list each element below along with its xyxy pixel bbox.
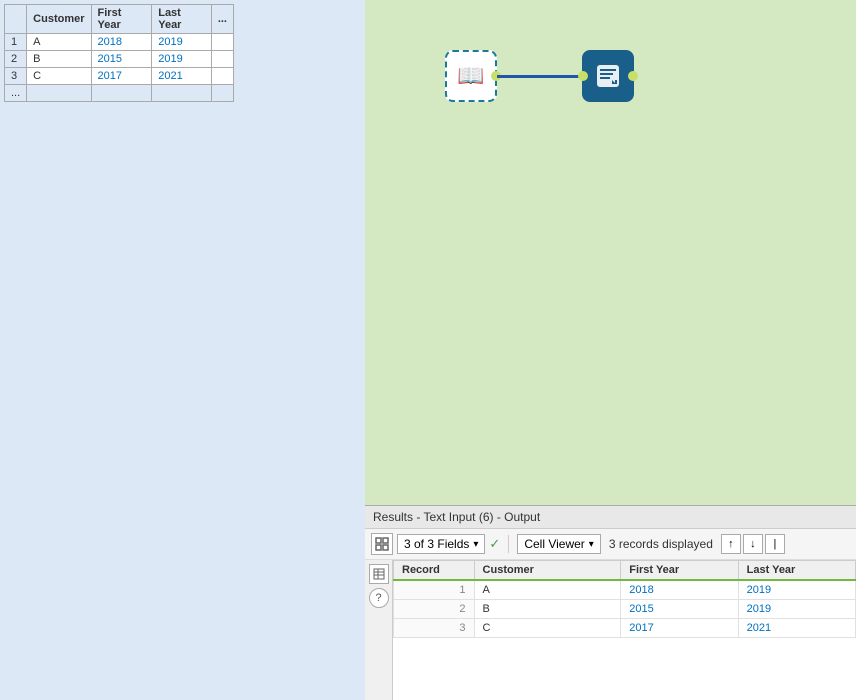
col-header-customer: Customer: [474, 561, 621, 581]
col-header-num: [5, 5, 27, 34]
result-last-year: 2019: [738, 600, 855, 619]
scroll-up-button[interactable]: ↑: [721, 534, 741, 554]
row-num: 2: [5, 51, 27, 68]
records-count: 3 records displayed: [609, 537, 713, 551]
empty-cell: [27, 85, 91, 102]
results-toolbar: 3 of 3 Fields ▾ ✓ Cell Viewer ▾ 3 record…: [365, 529, 856, 560]
cell-viewer-arrow: ▾: [589, 539, 594, 550]
result-first-year: 2015: [621, 600, 738, 619]
node-container: 📖: [445, 50, 634, 102]
grid-icon: [375, 537, 389, 551]
row-last-year: 2021: [152, 68, 212, 85]
result-last-year: 2019: [738, 580, 855, 600]
left-table-container: Customer First Year Last Year ... 1 A 20…: [0, 0, 365, 106]
col-header-first-year: First Year: [621, 561, 738, 581]
table-row: 2 B 2015 2019: [394, 600, 856, 619]
row-customer: A: [27, 34, 91, 51]
table-view-button[interactable]: [369, 564, 389, 584]
result-customer: B: [474, 600, 621, 619]
col-header-customer: Customer: [27, 5, 91, 34]
cell-viewer-dropdown[interactable]: Cell Viewer ▾: [517, 534, 601, 554]
fields-label: 3 of 3 Fields: [404, 537, 469, 551]
table-row: 1 A 2018 2019: [394, 580, 856, 600]
check-icon: ✓: [489, 536, 500, 552]
canvas-area: 📖: [365, 0, 856, 505]
results-panel: Results - Text Input (6) - Output 3 of 3…: [365, 505, 856, 700]
results-table-container: Record Customer First Year Last Year 1 A…: [393, 560, 856, 700]
help-button[interactable]: ?: [369, 588, 389, 608]
more-options-button[interactable]: |: [765, 534, 785, 554]
col-header-record: Record: [394, 561, 475, 581]
results-side-icons: ?: [365, 560, 393, 700]
left-data-table: Customer First Year Last Year ... 1 A 20…: [4, 4, 234, 102]
grid-view-button[interactable]: [371, 533, 393, 555]
results-data-table: Record Customer First Year Last Year 1 A…: [393, 560, 856, 638]
row-customer: C: [27, 68, 91, 85]
row-first-year: 2017: [91, 68, 152, 85]
empty-cell: ...: [5, 85, 27, 102]
dropdown-arrow: ▾: [473, 539, 478, 550]
row-num: 3: [5, 68, 27, 85]
table-row: 3 C 2017 2021: [394, 619, 856, 638]
fields-dropdown[interactable]: 3 of 3 Fields ▾: [397, 534, 485, 554]
record-num: 2: [394, 600, 475, 619]
separator: [508, 535, 509, 553]
output-connector-right: [628, 71, 638, 81]
col-header-last-year: Last Year: [738, 561, 855, 581]
input-node[interactable]: 📖: [445, 50, 497, 102]
row-extra: [211, 68, 233, 85]
row-customer: B: [27, 51, 91, 68]
empty-cell: [211, 85, 233, 102]
table-row: 1 A 2018 2019: [5, 34, 234, 51]
left-panel: Customer First Year Last Year ... 1 A 20…: [0, 0, 365, 700]
row-first-year: 2018: [91, 34, 152, 51]
empty-cell: [91, 85, 152, 102]
record-num: 1: [394, 580, 475, 600]
result-customer: A: [474, 580, 621, 600]
input-connector: [578, 71, 588, 81]
row-last-year: 2019: [152, 51, 212, 68]
row-num: 1: [5, 34, 27, 51]
result-last-year: 2021: [738, 619, 855, 638]
results-body: ? Record Customer First Year Last Year: [365, 560, 856, 700]
sort-icon: [595, 63, 621, 89]
workflow-nodes: 📖: [445, 50, 634, 102]
result-first-year: 2018: [621, 580, 738, 600]
table-row-empty: ...: [5, 85, 234, 102]
col-header-first-year: First Year: [91, 5, 152, 34]
col-header-more: ...: [211, 5, 233, 34]
results-title: Results - Text Input (6) - Output: [373, 510, 540, 524]
col-header-last-year: Last Year: [152, 5, 212, 34]
nav-buttons: ↑ ↓ |: [721, 534, 785, 554]
row-last-year: 2019: [152, 34, 212, 51]
table-row: 2 B 2015 2019: [5, 51, 234, 68]
record-num: 3: [394, 619, 475, 638]
row-first-year: 2015: [91, 51, 152, 68]
output-node[interactable]: [582, 50, 634, 102]
scroll-down-button[interactable]: ↓: [743, 534, 763, 554]
result-first-year: 2017: [621, 619, 738, 638]
result-customer: C: [474, 619, 621, 638]
empty-cell: [152, 85, 212, 102]
table-row: 3 C 2017 2021: [5, 68, 234, 85]
results-header: Results - Text Input (6) - Output: [365, 506, 856, 529]
connector-line: [497, 75, 582, 78]
row-extra: [211, 51, 233, 68]
right-panel: 📖: [365, 0, 856, 700]
row-extra: [211, 34, 233, 51]
book-icon: 📖: [457, 63, 484, 89]
table-icon: [373, 568, 385, 580]
cell-viewer-label: Cell Viewer: [524, 537, 584, 551]
